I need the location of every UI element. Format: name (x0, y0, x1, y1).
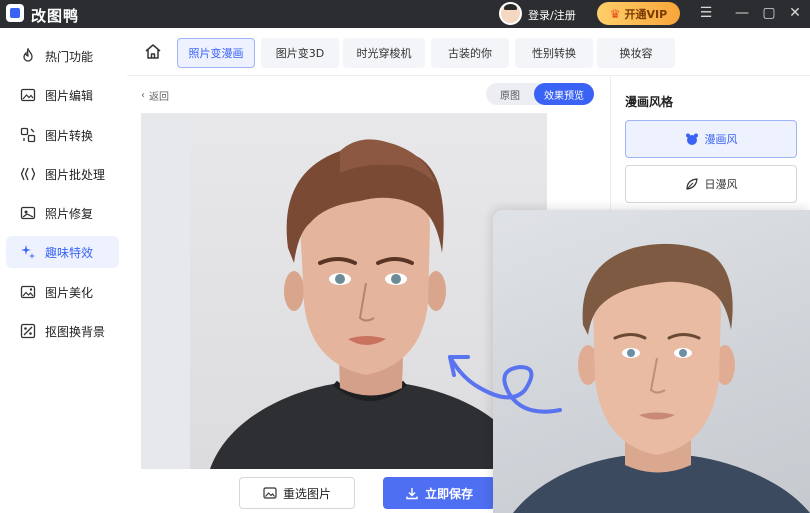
sidebar-item-label: 趣味特效 (45, 245, 94, 260)
cutout-icon (19, 322, 37, 340)
tab-makeup[interactable]: 换妆容 (597, 38, 675, 68)
sidebar-item-label: 照片修复 (45, 206, 94, 221)
sidebar-item-image-convert[interactable]: 图片转换 (6, 119, 119, 151)
user-avatar[interactable] (499, 2, 522, 25)
tab-image-to-3d[interactable]: 图片变3D (261, 38, 339, 68)
sidebar-item-batch-process[interactable]: 图片批处理 (6, 158, 119, 190)
sidebar-item-hot-features[interactable]: 热门功能 (6, 40, 119, 72)
back-label: 返回 (149, 92, 169, 103)
sidebar-item-cutout-background[interactable]: 抠图换背景 (6, 315, 119, 347)
login-register-link[interactable]: 登录/注册 (528, 7, 576, 23)
feature-tabs: 照片变漫画 图片变3D 时光穿梭机 古装的你 性别转换 换妆容 (127, 28, 810, 76)
fire-icon (19, 47, 37, 65)
download-icon (406, 488, 418, 500)
convert-icon (19, 126, 37, 144)
style-option-comic[interactable]: 漫画风 (625, 120, 797, 158)
sidebar-item-label: 图片转换 (45, 128, 94, 143)
app-logo-icon (6, 4, 24, 22)
sidebar-item-label: 图片编辑 (45, 88, 94, 103)
style-option-label: 漫画风 (704, 133, 738, 146)
back-link[interactable]: ‹ 返回 (141, 88, 169, 103)
image-icon (263, 487, 277, 499)
sidebar-item-photo-repair[interactable]: 照片修复 (6, 197, 119, 229)
app-title: 改图鸭 (31, 7, 80, 25)
sparkle-icon (19, 243, 37, 261)
title-bar: 改图鸭 登录/注册 ♛ 开通VIP ☰ — ▢ ✕ (0, 0, 810, 28)
save-label: 立即保存 (424, 486, 473, 501)
home-icon[interactable] (144, 43, 162, 61)
view-toggle: 原图 效果预览 (486, 83, 594, 105)
batch-icon (19, 165, 37, 183)
bear-icon (685, 133, 698, 145)
sidebar-item-label: 图片批处理 (45, 167, 106, 182)
style-option-label: 日漫风 (704, 178, 738, 191)
crown-icon: ♛ (609, 6, 621, 21)
beautify-icon (19, 283, 37, 301)
menu-icon[interactable]: ☰ (697, 4, 715, 22)
sidebar-item-label: 热门功能 (45, 49, 94, 64)
curved-arrow-icon (448, 355, 562, 414)
vip-label: 开通VIP (624, 7, 668, 21)
reselect-label: 重选图片 (282, 486, 331, 501)
toggle-effect-preview[interactable]: 效果预览 (534, 83, 594, 105)
chevron-left-icon: ‹ (141, 90, 145, 101)
sidebar-item-fun-effects[interactable]: 趣味特效 (6, 236, 119, 268)
image-edit-icon (19, 86, 37, 104)
open-vip-button[interactable]: ♛ 开通VIP (597, 2, 680, 25)
tab-time-machine[interactable]: 时光穿梭机 (343, 38, 425, 68)
sidebar-item-label: 抠图换背景 (45, 324, 106, 339)
close-icon[interactable]: ✕ (786, 4, 804, 22)
style-option-anime[interactable]: 日漫风 (625, 165, 797, 203)
sidebar-item-label: 图片美化 (45, 285, 94, 300)
sidebar: 热门功能 图片编辑 图片转换 图片批处理 照片修复 趣味特效 图片美化 抠图换背… (0, 28, 127, 513)
reselect-image-button[interactable]: 重选图片 (239, 477, 355, 509)
minimize-icon[interactable]: — (733, 4, 751, 22)
style-panel-title: 漫画风格 (625, 95, 674, 109)
tab-ancient-costume[interactable]: 古装的你 (431, 38, 509, 68)
sidebar-item-beautify[interactable]: 图片美化 (6, 276, 119, 308)
leaf-icon (685, 178, 698, 190)
tab-photo-to-comic[interactable]: 照片变漫画 (177, 38, 255, 68)
sidebar-item-image-edit[interactable]: 图片编辑 (6, 79, 119, 111)
save-now-button[interactable]: 立即保存 (383, 477, 495, 509)
photo-repair-icon (19, 204, 37, 222)
tab-gender-swap[interactable]: 性别转换 (515, 38, 593, 68)
toggle-original[interactable]: 原图 (486, 83, 534, 105)
maximize-icon[interactable]: ▢ (760, 4, 778, 22)
